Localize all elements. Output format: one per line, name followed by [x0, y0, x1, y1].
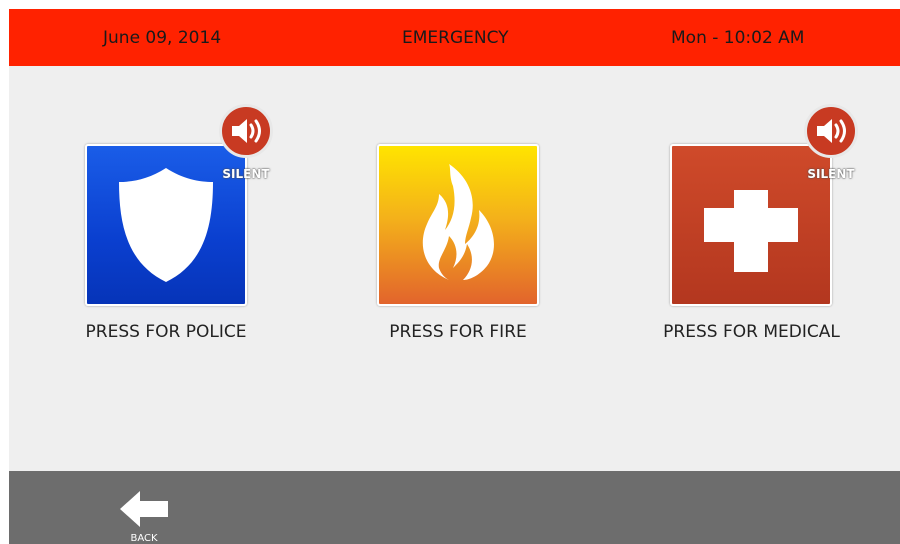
footer-bar: BACK	[9, 471, 900, 544]
header-time: Mon - 10:02 AM	[671, 28, 805, 48]
fire-label: PRESS FOR FIRE	[389, 322, 527, 342]
speaker-icon	[232, 119, 261, 143]
emergency-screen: June 09, 2014 EMERGENCY Mon - 10:02 AM P…	[9, 9, 900, 544]
police-label: PRESS FOR POLICE	[85, 322, 247, 342]
fire-button[interactable]	[377, 144, 539, 306]
header-bar: June 09, 2014 EMERGENCY Mon - 10:02 AM	[9, 9, 900, 66]
medical-silent-button[interactable]: SILENT	[800, 104, 860, 184]
silent-label: SILENT	[222, 167, 270, 181]
back-arrow-icon	[120, 491, 168, 527]
flame-icon	[422, 164, 494, 280]
back-label: BACK	[130, 533, 158, 544]
police-silent-button[interactable]: SILENT	[215, 104, 275, 184]
silent-label: SILENT	[807, 167, 855, 181]
header-date: June 09, 2014	[103, 28, 222, 48]
medical-label: PRESS FOR MEDICAL	[663, 322, 840, 342]
back-button[interactable]: BACK	[108, 479, 180, 544]
page-title: EMERGENCY	[402, 28, 509, 48]
speaker-icon	[817, 119, 846, 143]
